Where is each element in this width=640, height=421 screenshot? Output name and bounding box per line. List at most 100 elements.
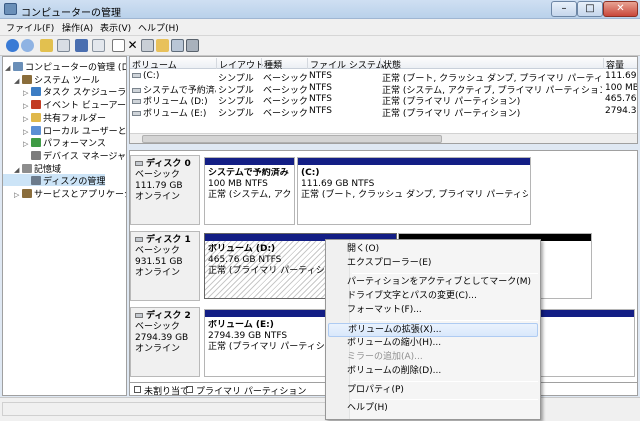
legend-swatch-unallocated xyxy=(134,386,141,393)
table-row[interactable]: システムで予約済み シンプル ベーシック NTFS 正常 (システム, アクティブ, プ… xyxy=(130,82,637,96)
show-hide-tree-icon[interactable] xyxy=(57,39,70,52)
delete-icon[interactable]: ✕ xyxy=(126,39,139,52)
expander-icon[interactable]: ▷ xyxy=(14,191,22,199)
partition-size: 100 MB NTFS xyxy=(208,179,268,189)
search-icon[interactable] xyxy=(171,39,184,52)
tree-item-label: 記憶域 xyxy=(34,164,62,175)
disk-icon xyxy=(135,313,143,318)
scrollbar-thumb[interactable] xyxy=(142,135,442,143)
services-apps-icon xyxy=(22,189,32,198)
local-users-icon xyxy=(31,125,41,135)
partition-bar xyxy=(205,158,294,165)
volume-name: ボリューム (E:) xyxy=(143,108,207,119)
context-menu-item[interactable]: プロパティ(P) xyxy=(328,384,538,398)
back-icon[interactable] xyxy=(6,39,19,52)
forward-icon[interactable] xyxy=(21,39,34,52)
close-button[interactable]: ✕ xyxy=(603,1,638,17)
tree-item-label: システム ツール xyxy=(34,75,100,86)
col-filesystem[interactable]: ファイル システム xyxy=(307,58,385,71)
disk-type: ベーシック xyxy=(135,246,180,256)
expander-icon[interactable]: ▷ xyxy=(23,102,31,110)
tree-item[interactable]: ▷ 共有フォルダー xyxy=(3,111,106,124)
context-menu-item[interactable]: ボリュームの拡張(X)... xyxy=(328,322,538,337)
tree-item[interactable]: ▷ パフォーマンス xyxy=(3,136,106,149)
open-folder-icon[interactable] xyxy=(156,39,169,52)
tree-item[interactable]: ◢ コンピューターの管理 (ローカ xyxy=(3,60,126,73)
tree-item[interactable]: ▷ イベント ビューアー xyxy=(3,98,126,111)
cell: 正常 (プライマリ パーティション) xyxy=(382,108,521,119)
col-volume[interactable]: ボリューム xyxy=(130,58,177,71)
disk-size: 2794.39 GB xyxy=(135,333,189,343)
properties-sheet-icon[interactable] xyxy=(141,39,154,52)
menu-file[interactable]: ファイル(F) xyxy=(6,21,54,34)
partition-bar xyxy=(298,158,530,165)
expander-icon[interactable]: ▷ xyxy=(23,115,31,123)
context-menu-item[interactable]: ボリュームの削除(D)... xyxy=(328,365,538,379)
tree-item[interactable]: ▷ ローカル ユーザーとグ xyxy=(3,124,127,137)
cell: シンプル xyxy=(218,108,254,119)
partition-system-reserved[interactable]: システムで予約済み 100 MB NTFS 正常 (システム, アクティ xyxy=(204,157,295,225)
tree-item-label: コンピューターの管理 (ローカ xyxy=(25,63,126,73)
menu-action[interactable]: 操作(A) xyxy=(62,21,93,34)
minimize-button[interactable]: – xyxy=(551,1,577,17)
tree-item[interactable]: デバイス マネージャー xyxy=(3,149,126,162)
legend-swatch-primary xyxy=(186,386,193,393)
tree-item-label: ローカル ユーザーとグ xyxy=(43,126,127,137)
expander-icon[interactable]: ▷ xyxy=(23,128,31,136)
menu-separator xyxy=(352,399,538,400)
computer-management-icon xyxy=(4,3,17,15)
col-layout[interactable]: レイアウト xyxy=(216,58,264,71)
table-row[interactable]: ボリューム (E:) シンプル ベーシック NTFS 正常 (プライマリ パーティション… xyxy=(130,105,637,119)
cell-volume: (C:) xyxy=(132,71,216,81)
disk-icon xyxy=(135,237,143,242)
context-menu-item[interactable]: ドライブ文字とパスの変更(C)... xyxy=(328,290,538,304)
partition-title: ボリューム (D:) xyxy=(208,244,276,254)
context-menu-item[interactable]: パーティションをアクティブとしてマーク(M) xyxy=(328,276,538,290)
tree-item-label: サービスとアプリケーション xyxy=(34,190,126,200)
partition-size: 111.69 GB NTFS xyxy=(301,179,375,189)
open-icon[interactable] xyxy=(112,39,125,52)
context-menu-item[interactable]: エクスプローラー(E) xyxy=(328,257,538,271)
tree-item[interactable]: ▷ サービスとアプリケーション xyxy=(3,187,126,200)
expander-icon[interactable]: ▷ xyxy=(23,89,31,97)
properties-icon[interactable] xyxy=(92,39,105,52)
volume-list: ボリューム レイアウト 種類 ファイル システム 状態 容量 (C:) シンプルベ… xyxy=(129,56,638,144)
expander-icon[interactable]: ◢ xyxy=(14,77,22,85)
tree-item[interactable]: ◢ 記憶域 xyxy=(3,162,62,175)
menu-help[interactable]: ヘルプ(H) xyxy=(138,21,179,34)
disk-status: オンライン xyxy=(135,344,181,354)
context-menu-item[interactable]: 開く(O) xyxy=(328,243,538,257)
col-type[interactable]: 種類 xyxy=(261,58,282,71)
context-menu-item[interactable]: ヘルプ(H) xyxy=(328,402,538,416)
disk-name: ディスク 2 xyxy=(146,311,191,321)
tree-item[interactable]: ◢ システム ツール xyxy=(3,73,100,86)
tree-item[interactable]: ▷ タスク スケジューラ xyxy=(3,85,126,98)
table-row[interactable]: (C:) シンプル ベーシック NTFS 正常 (ブート, クラッシュ ダンプ, プライ… xyxy=(130,70,637,84)
col-capacity[interactable]: 容量 xyxy=(603,58,624,71)
disk-2-info[interactable]: ディスク 2 ベーシック 2794.39 GB オンライン xyxy=(130,307,200,377)
col-status[interactable]: 状態 xyxy=(380,58,401,71)
maximize-button[interactable]: □ xyxy=(577,1,603,17)
table-row[interactable]: ボリューム (D:) シンプル ベーシック NTFS 正常 (プライマリ パーティション… xyxy=(130,93,637,107)
disk-settings-icon[interactable] xyxy=(186,39,199,52)
partition-title: システムで予約済み xyxy=(208,168,289,178)
expander-icon[interactable]: ▷ xyxy=(23,140,31,148)
expander-icon[interactable]: ◢ xyxy=(14,166,22,174)
expander-icon[interactable]: ◢ xyxy=(5,64,13,72)
tree-item[interactable]: ディスクの管理 xyxy=(3,174,106,187)
legend-label-primary: プライマリ パーティション xyxy=(196,387,307,397)
disk-1-info[interactable]: ディスク 1 ベーシック 931.51 GB オンライン xyxy=(130,231,200,301)
context-menu-item[interactable]: フォーマット(F)... xyxy=(328,304,538,318)
disk-0-info[interactable]: ディスク 0 ベーシック 111.79 GB オンライン xyxy=(130,155,200,225)
disk-size: 111.79 GB xyxy=(135,181,183,191)
cell: 111.69 xyxy=(605,71,637,81)
menu-view[interactable]: 表示(V) xyxy=(100,21,131,34)
help-icon[interactable] xyxy=(75,39,88,52)
menu-bar: ファイル(F) 操作(A) 表示(V) ヘルプ(H) xyxy=(0,19,640,36)
up-folder-icon[interactable] xyxy=(40,39,53,52)
horizontal-scrollbar[interactable] xyxy=(130,133,637,143)
cell-volume: ボリューム (E:) xyxy=(132,106,216,119)
legend-label-unallocated: 未割り当て xyxy=(144,387,190,397)
context-menu-item[interactable]: ボリュームの縮小(H)... xyxy=(328,337,538,351)
partition-c[interactable]: (C:) 111.69 GB NTFS 正常 (ブート, クラッシュ ダンプ, … xyxy=(297,157,531,225)
